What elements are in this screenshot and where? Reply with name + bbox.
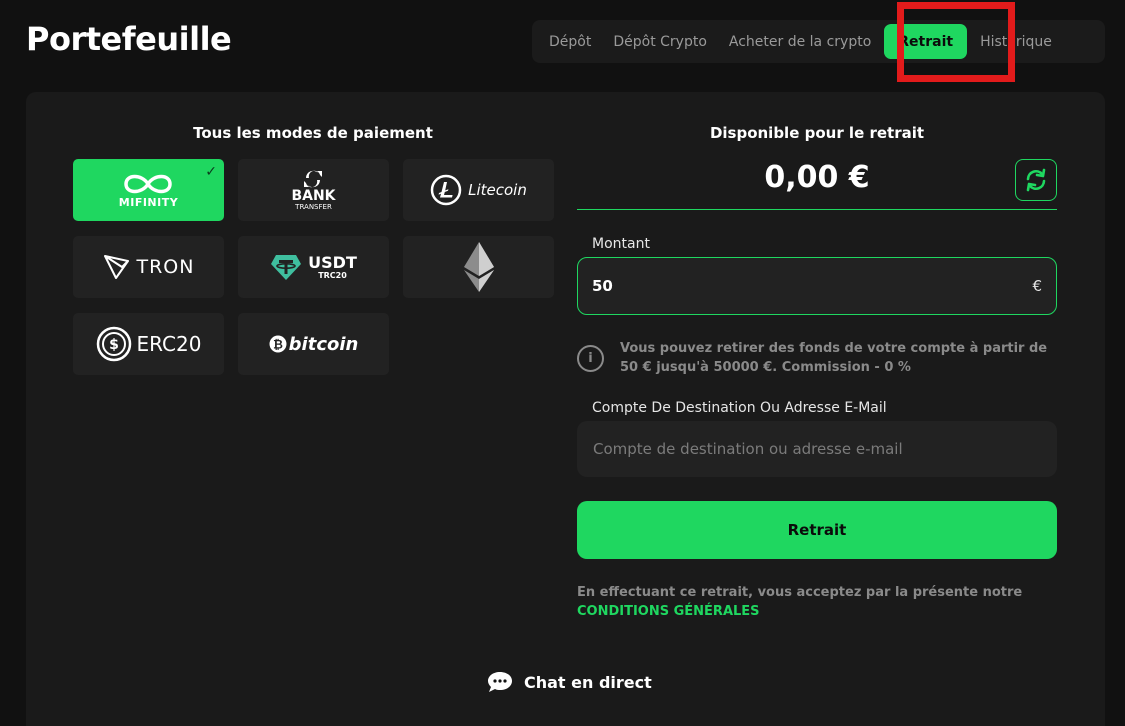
method-mifinity[interactable]: ✓ MIFINITY xyxy=(73,159,224,221)
destination-input[interactable] xyxy=(593,440,1041,458)
terms-link[interactable]: CONDITIONS GÉNÉRALES xyxy=(577,602,1057,621)
bank-transfer-icon xyxy=(304,170,323,188)
method-bitcoin[interactable]: ₿ bitcoin xyxy=(238,313,389,375)
refresh-button[interactable] xyxy=(1015,159,1057,201)
svg-text:$: $ xyxy=(109,337,119,353)
balance-row: 0,00 € xyxy=(577,156,1057,210)
chat-bubble-icon xyxy=(488,672,512,692)
method-label: MIFINITY xyxy=(118,195,179,209)
methods-title: Tous les modes de paiement xyxy=(193,124,433,142)
page-title: Portefeuille xyxy=(26,20,232,58)
tab-depot-crypto[interactable]: Dépôt Crypto xyxy=(602,24,718,59)
method-sublabel: TRC20 xyxy=(318,270,347,280)
wallet-tabs: Dépôt Dépôt Crypto Acheter de la crypto … xyxy=(532,20,1105,63)
method-usdt-trc20[interactable]: USDT TRC20 xyxy=(238,236,389,298)
svg-text:₿: ₿ xyxy=(273,338,283,352)
withdraw-form: Disponible pour le retrait 0,00 € Montan… xyxy=(577,124,1057,621)
available-title: Disponible pour le retrait xyxy=(709,124,925,142)
method-litecoin[interactable]: Litecoin xyxy=(403,159,554,221)
info-text: Vous pouvez retirer des fonds de votre c… xyxy=(620,341,1048,375)
tab-depot[interactable]: Dépôt xyxy=(538,24,602,59)
method-label: bitcoin xyxy=(288,333,359,355)
method-label: BANK xyxy=(291,188,336,204)
method-erc20[interactable]: $ ERC20 xyxy=(73,313,224,375)
amount-label: Montant xyxy=(592,236,650,252)
method-label: Litecoin xyxy=(468,181,527,199)
terms-text: En effectuant ce retrait, vous acceptez … xyxy=(577,585,1023,600)
tab-retrait[interactable]: Retrait xyxy=(884,24,968,59)
erc20-icon: $ xyxy=(96,326,131,362)
terms-notice: En effectuant ce retrait, vous acceptez … xyxy=(577,583,1057,621)
check-icon: ✓ xyxy=(205,164,217,180)
litecoin-icon xyxy=(430,174,462,206)
tab-buy-crypto[interactable]: Acheter de la crypto xyxy=(718,24,882,59)
refresh-icon xyxy=(1026,168,1046,192)
info-icon: i xyxy=(577,345,604,372)
currency-symbol: € xyxy=(1032,277,1042,295)
live-chat-button[interactable]: Chat en direct xyxy=(486,670,652,694)
method-tron[interactable]: TRON xyxy=(73,236,224,298)
method-label: TRON xyxy=(136,256,195,278)
method-ethereum[interactable] xyxy=(403,236,554,298)
bitcoin-icon: ₿ xyxy=(269,335,287,353)
method-label: ERC20 xyxy=(136,332,202,356)
chat-label: Chat en direct xyxy=(524,672,652,692)
destination-field xyxy=(577,421,1057,477)
method-label: USDT xyxy=(308,252,357,272)
method-bank-transfer[interactable]: BANK TRANSFER xyxy=(238,159,389,221)
method-sublabel: TRANSFER xyxy=(295,203,332,211)
destination-label: Compte De Destination Ou Adresse E-Mail xyxy=(592,400,887,416)
tron-icon xyxy=(103,255,129,279)
balance-value: 0,00 € xyxy=(764,160,870,195)
mifinity-logo-icon xyxy=(124,174,173,193)
amount-input[interactable] xyxy=(592,277,1033,295)
withdraw-button[interactable]: Retrait xyxy=(577,501,1057,559)
ethereum-icon xyxy=(463,242,494,292)
payment-methods-grid: ✓ MIFINITY BANK TRANSFER Litecoin TRON U… xyxy=(73,159,554,375)
tab-historique[interactable]: Historique xyxy=(969,24,1063,59)
amount-field: € xyxy=(577,257,1057,315)
info-row: i Vous pouvez retirer des fonds de votre… xyxy=(577,339,1057,377)
tether-icon xyxy=(271,255,302,280)
